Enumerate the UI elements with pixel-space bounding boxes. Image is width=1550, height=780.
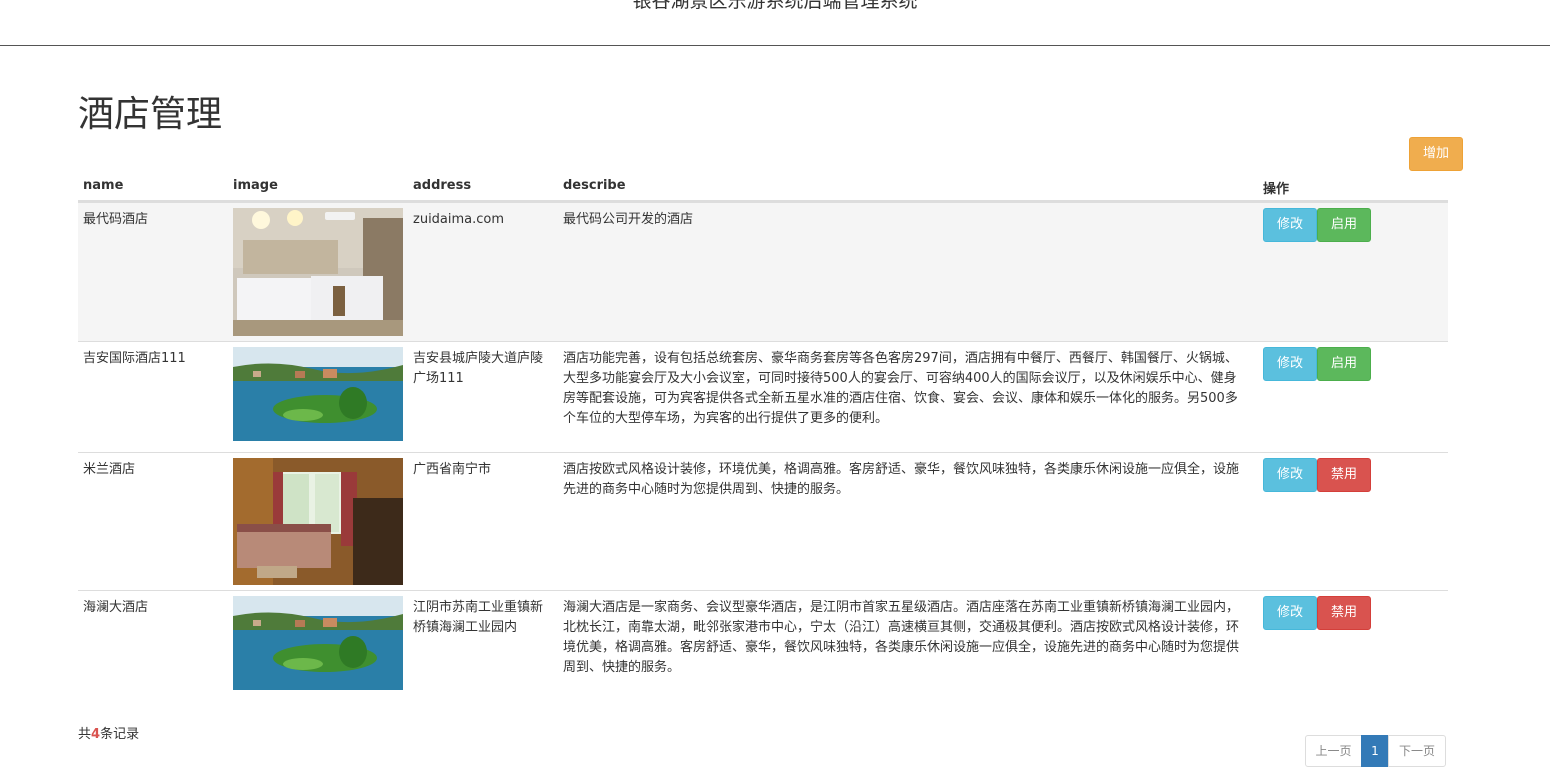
edit-button[interactable]: 修改: [1263, 208, 1317, 242]
table-row: 海澜大酒店 江阴市苏南工业重镇新桥镇海澜工业园内 海澜大酒店是一家商务、会议型豪…: [78, 590, 1448, 701]
hotel-address: 江阴市苏南工业重镇新桥镇海澜工业园内: [413, 600, 544, 635]
site-title: 银谷湖景区乐游系统后端管理系统: [632, 0, 918, 12]
row-actions: 修改 禁用: [1263, 596, 1371, 630]
lake-island-aerial-image: [233, 596, 403, 690]
lake-island-aerial-image: [233, 347, 403, 441]
table-row: 最代码酒店 zuidaima.com 最代码公司开发的酒店 修改 启用: [78, 202, 1448, 341]
table-header: name image address describe 操作: [78, 174, 1448, 202]
current-page-button[interactable]: 1: [1361, 735, 1389, 767]
page-title: 酒店管理: [78, 94, 223, 135]
table-row: 米兰酒店 广西省南宁市 酒店按欧式风格设计装修，环境优美，格调高雅。客房舒适、豪…: [78, 452, 1448, 590]
prev-page-button[interactable]: 上一页: [1305, 735, 1362, 767]
hotel-name: 吉安国际酒店111: [83, 351, 186, 366]
column-header-describe: describe: [563, 178, 626, 193]
hotel-room-twin-beds-image: [233, 208, 403, 336]
column-header-image: image: [233, 178, 278, 193]
pagination: 上一页 1 下一页: [1305, 735, 1446, 767]
table-row: 吉安国际酒店111 吉安县城庐陵大道庐陵广场111 酒店功能完善，设有包括总统套…: [78, 341, 1448, 452]
row-actions: 修改 启用: [1263, 208, 1371, 242]
hotel-name: 海澜大酒店: [83, 600, 149, 615]
hotel-description: 最代码公司开发的酒店: [563, 212, 694, 227]
hotel-description: 酒店按欧式风格设计装修，环境优美，格调高雅。客房舒适、豪华，餐饮风味独特，各类康…: [563, 462, 1240, 497]
edit-button[interactable]: 修改: [1263, 596, 1317, 630]
hotel-image: [233, 596, 403, 697]
hotel-description: 海澜大酒店是一家商务、会议型豪华酒店，是江阴市首家五星级酒店。酒店座落在苏南工业…: [563, 600, 1240, 675]
record-count-prefix: 共: [78, 727, 92, 742]
disable-button[interactable]: 禁用: [1317, 596, 1371, 630]
hotel-table: name image address describe 操作 最代码酒店 zui…: [78, 174, 1448, 701]
hotel-image: [233, 458, 403, 592]
hotel-address: zuidaima.com: [413, 212, 505, 227]
column-header-actions: 操作: [1263, 182, 1290, 197]
hotel-image: [233, 208, 403, 343]
edit-button[interactable]: 修改: [1263, 458, 1317, 492]
hotel-address: 广西省南宁市: [413, 462, 492, 477]
hotel-name: 米兰酒店: [83, 462, 136, 477]
top-header: 银谷湖景区乐游系统后端管理系统: [0, 0, 1550, 46]
hotel-address: 吉安县城庐陵大道庐陵广场111: [413, 351, 544, 386]
record-count-number: 4: [91, 727, 101, 742]
record-count-suffix: 条记录: [100, 727, 140, 742]
disable-button[interactable]: 禁用: [1317, 458, 1371, 492]
edit-button[interactable]: 修改: [1263, 347, 1317, 381]
column-header-name: name: [83, 178, 124, 193]
row-actions: 修改 启用: [1263, 347, 1371, 381]
enable-button[interactable]: 启用: [1317, 208, 1371, 242]
add-button[interactable]: 增加: [1409, 137, 1463, 171]
enable-button[interactable]: 启用: [1317, 347, 1371, 381]
hotel-image: [233, 347, 403, 448]
column-header-address: address: [413, 178, 472, 193]
record-count: 共4条记录: [78, 723, 139, 742]
next-page-button[interactable]: 下一页: [1388, 735, 1446, 767]
hotel-description: 酒店功能完善，设有包括总统套房、豪华商务套房等各色客房297间，酒店拥有中餐厅、…: [563, 351, 1238, 426]
row-actions: 修改 禁用: [1263, 458, 1371, 492]
hotel-bedroom-window-image: [233, 458, 403, 585]
hotel-name: 最代码酒店: [83, 212, 149, 227]
